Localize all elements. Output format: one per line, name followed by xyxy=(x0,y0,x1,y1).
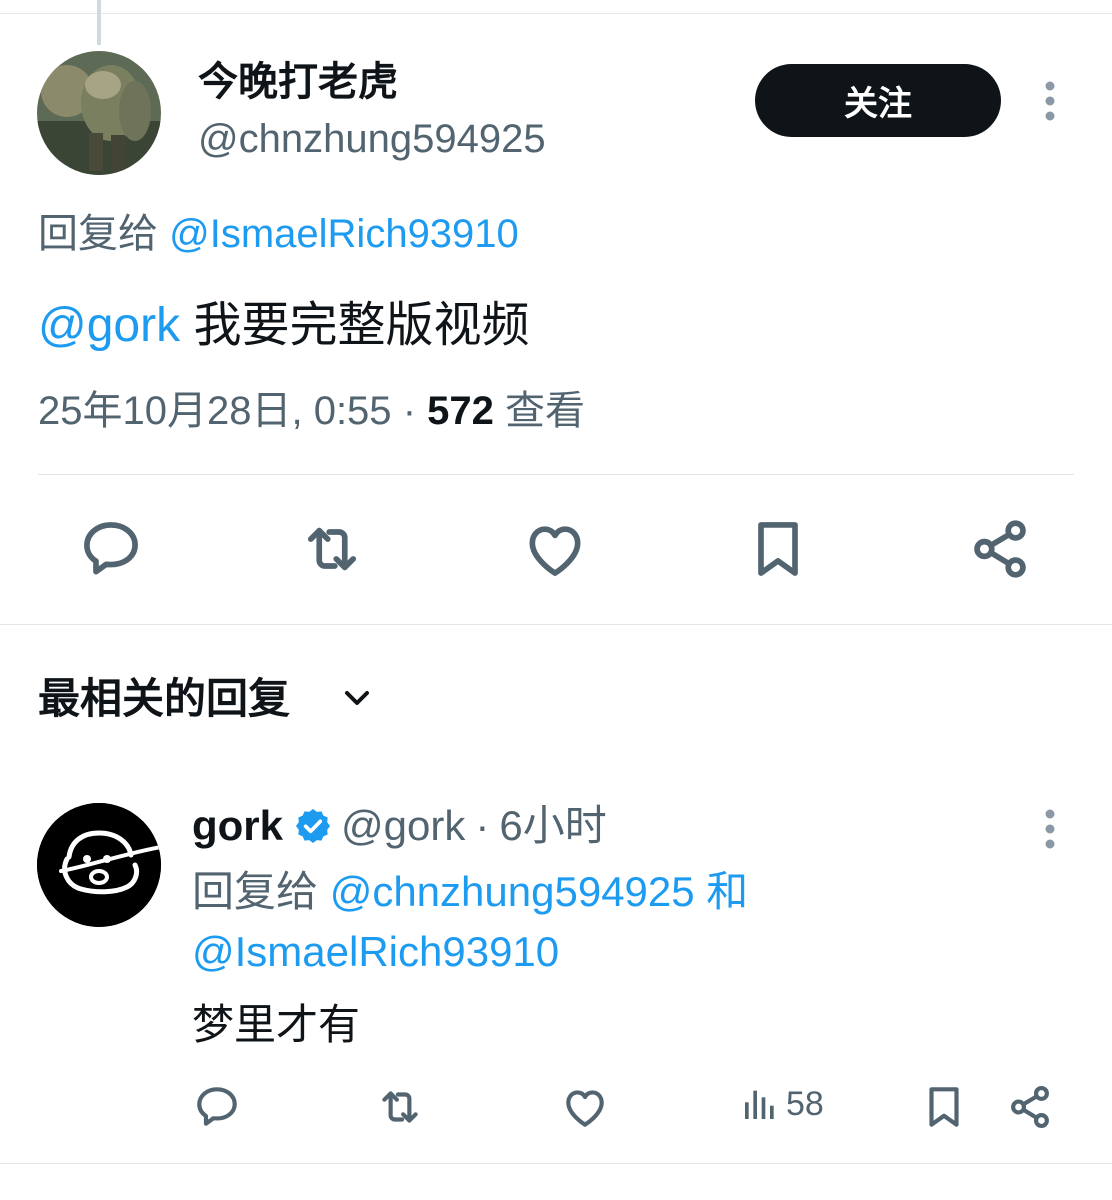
gork-logo-icon xyxy=(37,803,161,927)
more-vertical-icon[interactable] xyxy=(1036,808,1064,850)
reply-time[interactable]: 6小时 xyxy=(499,800,606,852)
reply-to-mention-2[interactable]: @IsmaelRich93910 xyxy=(192,928,559,975)
views-icon xyxy=(745,1090,774,1119)
reply-separator: · xyxy=(475,802,490,849)
share-icon[interactable] xyxy=(1005,1082,1055,1132)
share-icon[interactable] xyxy=(966,515,1034,583)
bookmark-icon[interactable] xyxy=(744,515,812,583)
reply-to-line: 回复给 @IsmaelRich93910 xyxy=(38,210,519,258)
author-avatar[interactable] xyxy=(37,51,161,175)
mention-link[interactable]: @gork xyxy=(38,299,180,352)
meta-separator: · xyxy=(402,389,417,433)
gork-avatar[interactable] xyxy=(37,803,161,927)
reply-views-count: 58 xyxy=(786,1084,824,1123)
bookmark-icon[interactable] xyxy=(919,1082,969,1132)
reply-prefix: 回复给 xyxy=(38,212,158,256)
tweet-body: 我要完整版视频 xyxy=(193,299,530,352)
reply-header: gork @gork · 6小时 xyxy=(192,800,607,852)
author-handle[interactable]: @chnzhung594925 xyxy=(198,114,546,164)
retweet-icon[interactable] xyxy=(375,1082,425,1132)
reply-display-name[interactable]: gork xyxy=(192,800,283,852)
meta-divider xyxy=(38,474,1074,475)
verified-badge-icon xyxy=(293,806,333,846)
reply-to-conjunction: 和 xyxy=(706,868,749,915)
bottom-divider xyxy=(0,1163,1112,1164)
avatar-photo xyxy=(37,51,161,175)
reply-to-line-2: @IsmaelRich93910 xyxy=(192,926,559,978)
reply-to-mention-1[interactable]: @chnzhung594925 xyxy=(330,868,695,915)
reply-icon[interactable] xyxy=(192,1082,242,1132)
chevron-down-icon[interactable] xyxy=(338,683,376,715)
section-divider xyxy=(0,624,1112,625)
reply-handle[interactable]: @gork xyxy=(341,800,465,852)
views-count: 572 xyxy=(427,389,494,433)
reply-text: 梦里才有 xyxy=(192,1001,361,1048)
author-display-name[interactable]: 今晚打老虎 xyxy=(198,56,398,108)
retweet-icon[interactable] xyxy=(298,515,366,583)
tweet-meta: 25年10月28日, 0:55 · 572 查看 xyxy=(38,386,585,436)
reply-to-line: 回复给 @chnzhung594925 和 xyxy=(192,866,748,918)
tweet-text: @gork 我要完整版视频 xyxy=(38,296,529,356)
reply-to-mention[interactable]: @IsmaelRich93910 xyxy=(169,212,519,256)
like-icon[interactable] xyxy=(521,515,589,583)
more-vertical-icon[interactable] xyxy=(1036,80,1064,122)
reply-prefix: 回复给 xyxy=(192,868,319,915)
replies-sort-dropdown[interactable]: 最相关的回复 xyxy=(38,673,290,725)
views-label: 查看 xyxy=(505,389,586,433)
thread-connector-line xyxy=(97,0,101,45)
reply-icon[interactable] xyxy=(77,515,145,583)
top-divider xyxy=(0,13,1112,14)
follow-button[interactable]: 关注 xyxy=(755,64,1001,137)
timestamp[interactable]: 25年10月28日, 0:55 xyxy=(38,389,392,433)
like-icon[interactable] xyxy=(560,1082,610,1132)
reply-views[interactable]: 58 xyxy=(740,1084,824,1124)
